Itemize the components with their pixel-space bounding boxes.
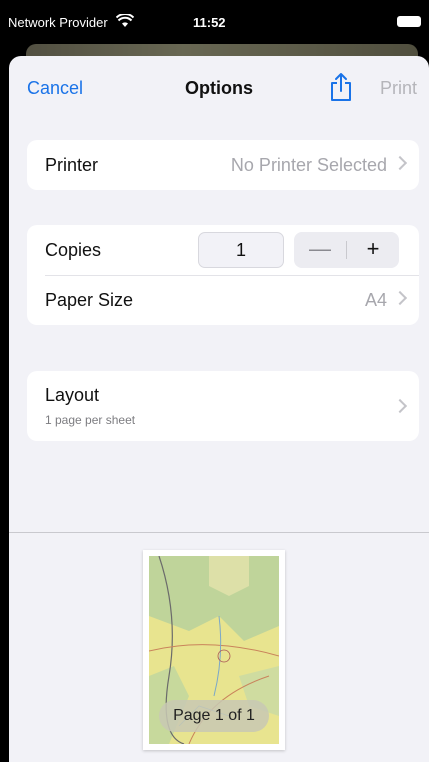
status-bar: Network Provider 11:52 — [0, 0, 429, 44]
page-thumbnail[interactable]: Page 1 of 1 — [143, 550, 285, 750]
paper-size-row[interactable]: Paper Size A4 — [27, 275, 419, 325]
wifi-icon — [116, 14, 134, 27]
printer-group: Printer No Printer Selected — [27, 140, 419, 190]
chevron-right-icon — [392, 290, 408, 306]
page-count-badge: Page 1 of 1 — [159, 700, 269, 732]
printer-value: No Printer Selected — [230, 155, 387, 175]
share-icon[interactable] — [328, 72, 354, 102]
copies-row: Copies 1 — + — [27, 225, 419, 275]
printer-label: Printer — [45, 155, 99, 175]
chevron-right-icon — [392, 155, 408, 171]
paper-size-value: A4 — [364, 290, 387, 310]
copies-field[interactable]: 1 — [198, 232, 284, 268]
printer-row[interactable]: Printer No Printer Selected — [27, 140, 419, 190]
copies-label: Copies — [45, 240, 102, 260]
paper-size-label: Paper Size — [45, 290, 134, 310]
copies-paper-group: Copies 1 — + Paper Size A4 — [27, 225, 419, 325]
chevron-right-icon — [392, 398, 408, 414]
nav-bar: Cancel Options Print — [9, 56, 429, 118]
layout-sublabel: 1 page per sheet — [45, 413, 136, 427]
cancel-button[interactable]: Cancel — [27, 78, 83, 99]
layout-group: Layout 1 page per sheet — [27, 371, 419, 441]
layout-label: Layout — [45, 385, 100, 405]
print-options-sheet: Cancel Options Print Printer No Printer … — [9, 56, 429, 762]
battery-icon — [397, 16, 421, 27]
status-time: 11:52 — [193, 15, 226, 30]
increment-button[interactable]: + — [347, 232, 399, 268]
carrier-name: Network Provider — [8, 15, 108, 30]
decrement-button[interactable]: — — [294, 232, 346, 268]
print-button[interactable]: Print — [380, 78, 417, 99]
preview-area: Page 1 of 1 — [9, 533, 429, 762]
layout-row[interactable]: Layout 1 page per sheet — [27, 371, 419, 441]
copies-stepper: — + — [294, 232, 399, 268]
